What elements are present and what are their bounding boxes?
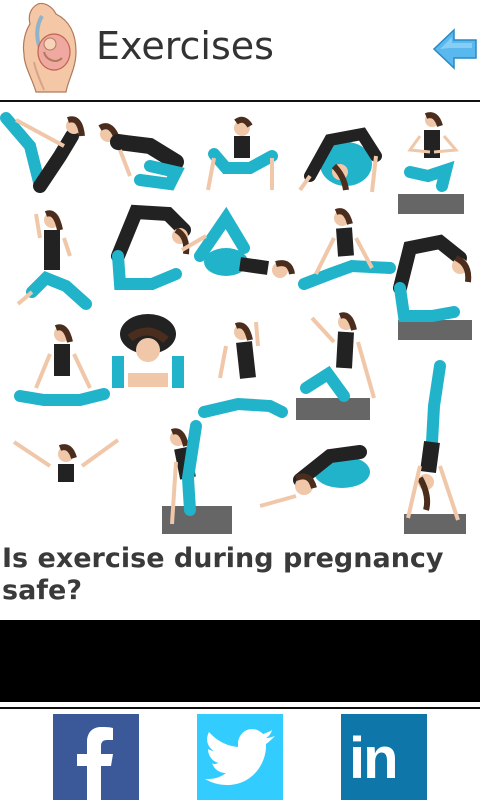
twitter-button[interactable] (197, 714, 283, 800)
linkedin-icon: in (349, 726, 399, 791)
twitter-icon (205, 729, 275, 785)
app-header: Exercises (0, 0, 480, 100)
pregnancy-logo-icon (16, 2, 80, 94)
facebook-button[interactable] (53, 714, 139, 800)
header-divider (0, 100, 480, 102)
yoga-poses-illustration (0, 106, 480, 540)
page-title: Exercises (96, 24, 274, 68)
linkedin-button[interactable]: in (341, 714, 427, 800)
facebook-icon (77, 727, 113, 800)
ad-banner[interactable] (0, 620, 480, 702)
footer-divider (0, 707, 480, 709)
back-arrow-icon[interactable] (432, 28, 478, 70)
content-heading: Is exercise during pregnancy safe? (2, 543, 444, 606)
